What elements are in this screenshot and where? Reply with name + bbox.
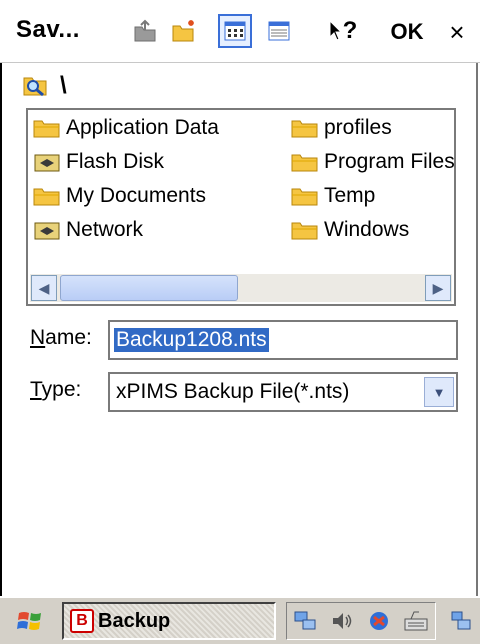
name-label: Name: [30, 326, 92, 349]
file-type-select[interactable]: xPIMS Backup File(*.nts) ▼ [108, 372, 458, 412]
file-list-item[interactable]: profiles [290, 112, 392, 144]
chevron-left-icon: ◀ [38, 279, 50, 296]
file-name-value: Backup1208.nts [114, 328, 269, 352]
help-question-mark: ? [342, 17, 358, 44]
file-list-item-label: Windows [324, 218, 410, 241]
ok-button[interactable]: OK [384, 14, 430, 50]
path-text: \ [60, 72, 67, 99]
file-list-item-label: Application Data [66, 116, 219, 139]
folder-icon [291, 188, 318, 206]
file-list-item-label: Network [66, 218, 144, 241]
file-type-value: xPIMS Backup File(*.nts) [116, 380, 350, 403]
up-folder-icon [134, 19, 156, 42]
file-list-item[interactable]: My Documents [32, 180, 206, 212]
desktop-icon [451, 611, 471, 630]
sync-icon[interactable] [366, 609, 392, 633]
file-list-item[interactable]: Network [32, 214, 143, 246]
file-list[interactable]: ◀ ▶ Application Data Flash Disk My Documen… [26, 108, 456, 306]
system-tray [286, 602, 436, 640]
file-list-item-label: profiles [324, 116, 392, 139]
folder-icon [291, 222, 318, 240]
storage-card-icon [34, 222, 60, 240]
taskbar-backup-label: Backup [98, 609, 171, 632]
chevron-down-icon: ▼ [432, 384, 446, 400]
file-list-item[interactable]: Temp [290, 180, 375, 212]
storage-card-icon [34, 154, 60, 172]
pointer-arrow-icon [329, 20, 342, 41]
dialog-title: Sav... [16, 16, 80, 43]
file-list-item-label: Program Files [324, 150, 455, 173]
search-folder-icon [23, 77, 47, 97]
file-name-input[interactable]: Backup1208.nts [108, 320, 458, 360]
windows-flag-icon [17, 612, 41, 630]
horizontal-scrollbar[interactable]: ◀ ▶ [30, 274, 452, 302]
file-list-item[interactable]: Application Data [32, 112, 219, 144]
list-view-icon [224, 21, 246, 41]
new-folder-button[interactable] [168, 14, 202, 48]
close-button[interactable]: × [440, 14, 474, 50]
file-list-item[interactable]: Program Files [290, 146, 455, 178]
keyboard-icon[interactable] [403, 609, 429, 633]
current-path: \ [22, 70, 67, 102]
dropdown-button[interactable]: ▼ [424, 377, 454, 407]
folder-icon [33, 188, 60, 206]
file-list-item-label: Temp [324, 184, 376, 207]
chevron-right-icon: ▶ [432, 279, 444, 296]
volume-icon[interactable] [330, 609, 354, 633]
scroll-left-button[interactable]: ◀ [31, 275, 57, 301]
folder-icon [33, 120, 60, 138]
details-view-button[interactable] [262, 14, 296, 48]
taskbar: B Backup [0, 596, 480, 644]
up-folder-button[interactable] [128, 14, 162, 48]
file-list-item-label: Flash Disk [66, 150, 165, 173]
file-list-item[interactable]: Windows [290, 214, 409, 246]
scrollbar-thumb[interactable] [60, 275, 238, 301]
file-list-item-label: My Documents [66, 184, 207, 207]
taskbar-backup-button[interactable]: B Backup [62, 602, 276, 640]
folder-icon [291, 120, 318, 138]
title-bar: Sav... ? OK × [0, 0, 480, 63]
scroll-right-button[interactable]: ▶ [425, 275, 451, 301]
backup-app-icon: B [70, 609, 94, 633]
details-view-icon [268, 21, 290, 41]
type-label: Type: [30, 378, 82, 401]
file-list-item[interactable]: Flash Disk [32, 146, 164, 178]
list-view-button[interactable] [218, 14, 252, 48]
start-button[interactable] [14, 606, 46, 636]
desktop-icon-button[interactable] [446, 606, 476, 636]
network-icon[interactable] [293, 609, 319, 633]
folder-icon [291, 154, 318, 172]
new-folder-icon [172, 20, 194, 42]
help-button[interactable]: ? [326, 14, 360, 48]
